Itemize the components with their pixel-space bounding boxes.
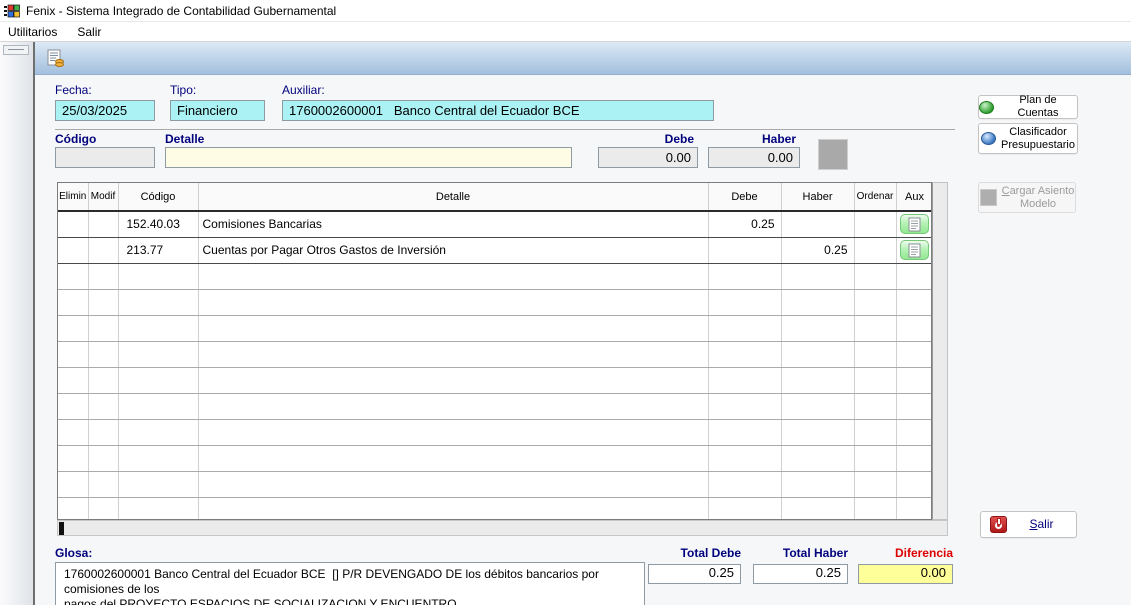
modif-cell[interactable]: [88, 237, 119, 264]
empty-row: [58, 497, 931, 519]
document-coins-icon[interactable]: [46, 49, 65, 68]
glosa-textarea[interactable]: 1760002600001 Banco Central del Ecuador …: [55, 562, 645, 605]
clasificador-presupuestario-button[interactable]: Clasificador Presupuestario: [978, 123, 1078, 154]
haber-input[interactable]: [708, 147, 800, 168]
salir-label: Salir: [1029, 516, 1054, 531]
aux-button[interactable]: [900, 240, 929, 260]
tipo-input[interactable]: [170, 100, 265, 121]
empty-row: [58, 289, 931, 316]
auxiliar-label: Auxiliar:: [282, 83, 325, 97]
empty-row: [58, 263, 931, 290]
haber-cell: 0.25: [781, 237, 855, 264]
debe-input[interactable]: [598, 147, 698, 168]
total-debe-field: 0.25: [648, 564, 741, 584]
table-row[interactable]: 152.40.03 Comisiones Bancarias 0.25: [58, 211, 931, 238]
clasificador-label: Clasificador Presupuestario: [1001, 125, 1075, 151]
debe-cell: [708, 237, 782, 264]
empty-row: [58, 367, 931, 394]
total-haber-label: Total Haber: [782, 546, 848, 560]
total-debe-label: Total Debe: [680, 546, 741, 560]
aux-button[interactable]: [900, 214, 929, 235]
detalle-input[interactable]: [165, 147, 572, 168]
codigo-cell: 152.40.03: [118, 211, 199, 238]
col-ordenar: Ordenar: [854, 183, 897, 212]
section-separator: [55, 129, 955, 130]
empty-row: [58, 419, 931, 446]
left-panel-strip: [0, 42, 33, 605]
elimin-cell[interactable]: [58, 237, 89, 264]
plan-de-cuentas-label: Plan de Cuentas: [1017, 94, 1059, 119]
panel-divider: [33, 42, 35, 605]
salir-button[interactable]: Salir: [980, 511, 1077, 538]
col-debe: Debe: [708, 183, 782, 212]
codigo-label: Código: [55, 132, 97, 146]
fecha-input[interactable]: [55, 100, 155, 121]
table-row[interactable]: 213.77 Cuentas por Pagar Otros Gastos de…: [58, 237, 931, 264]
diferencia-field: 0.00: [858, 564, 953, 584]
auxiliar-input[interactable]: [282, 100, 714, 121]
ordenar-cell: [854, 211, 897, 238]
haber-label: Haber: [761, 132, 796, 146]
empty-row: [58, 471, 931, 498]
empty-row: [58, 393, 931, 420]
window-titlebar: Fenix - Sistema Integrado de Contabilida…: [0, 0, 1131, 22]
empty-row: [58, 445, 931, 472]
col-elimin: Elimin: [58, 183, 89, 212]
empty-row: [58, 315, 931, 342]
power-icon: [990, 516, 1007, 533]
debe-cell: 0.25: [708, 211, 782, 238]
menu-bar: Utilitarios Salir: [0, 22, 1131, 42]
plan-de-cuentas-button[interactable]: Plan de Cuentas: [978, 94, 1078, 119]
total-haber-field: 0.25: [753, 564, 848, 584]
gray-square-icon: [979, 189, 997, 206]
blue-sphere-icon: [981, 132, 996, 145]
haber-cell: [781, 211, 855, 238]
window-title: Fenix - Sistema Integrado de Contabilida…: [26, 3, 337, 18]
codigo-input[interactable]: [55, 147, 155, 168]
menu-salir[interactable]: Salir: [67, 23, 111, 41]
scrollbar-thumb[interactable]: [59, 522, 64, 535]
detalle-cell: Cuentas por Pagar Otros Gastos de Invers…: [198, 237, 709, 264]
ordenar-cell: [854, 237, 897, 264]
codigo-cell: 213.77: [118, 237, 199, 264]
cargar-asiento-label: Cargar Asiento Modelo: [1001, 184, 1075, 210]
col-modif: Modif: [88, 183, 119, 212]
diferencia-label: Diferencia: [894, 546, 953, 560]
menu-utilitarios[interactable]: Utilitarios: [0, 23, 67, 41]
cargar-asiento-modelo-button: Cargar Asiento Modelo: [978, 182, 1076, 213]
fecha-label: Fecha:: [55, 83, 92, 97]
green-sphere-icon: [979, 100, 994, 114]
toolbar: [35, 42, 1131, 75]
col-detalle: Detalle: [198, 183, 709, 212]
add-line-button[interactable]: [818, 139, 848, 170]
col-aux: Aux: [896, 183, 931, 212]
glosa-label: Glosa:: [55, 546, 93, 560]
col-codigo: Código: [118, 183, 199, 212]
modif-cell[interactable]: [88, 211, 119, 238]
lines-grid: Elimin Modif Código Detalle Debe Haber O…: [57, 182, 932, 520]
lines-table: Elimin Modif Código Detalle Debe Haber O…: [58, 183, 931, 519]
detalle-cell: Comisiones Bancarias: [198, 211, 709, 238]
detalle-label: Detalle: [165, 132, 205, 146]
col-haber: Haber: [781, 183, 855, 212]
empty-row: [58, 341, 931, 368]
grid-header-row: Elimin Modif Código Detalle Debe Haber O…: [58, 183, 931, 212]
horizontal-scrollbar[interactable]: [57, 520, 948, 536]
debe-label: Debe: [664, 132, 694, 146]
vertical-scrollbar[interactable]: [932, 182, 948, 520]
windows-logo-icon: [4, 3, 20, 19]
panel-grip[interactable]: [3, 45, 29, 55]
tipo-label: Tipo:: [170, 83, 197, 97]
elimin-cell[interactable]: [58, 211, 89, 238]
